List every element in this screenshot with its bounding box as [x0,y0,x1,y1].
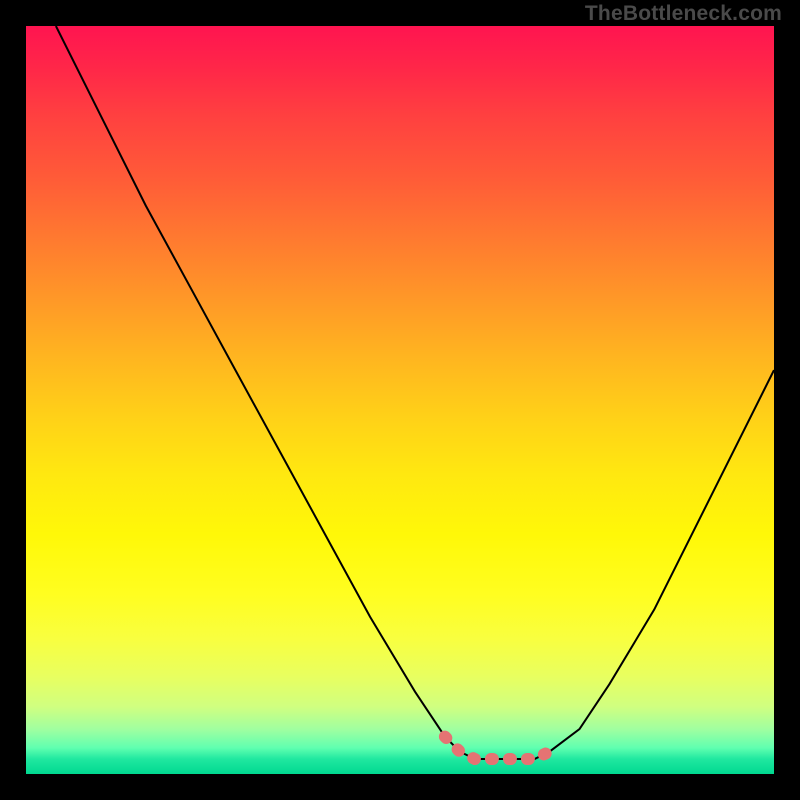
bottleneck-curve [56,26,774,759]
chart-container: TheBottleneck.com [0,0,800,800]
highlight-zone [445,737,550,759]
curve-svg [26,26,774,774]
plot-area [26,26,774,774]
watermark-text: TheBottleneck.com [585,2,782,26]
